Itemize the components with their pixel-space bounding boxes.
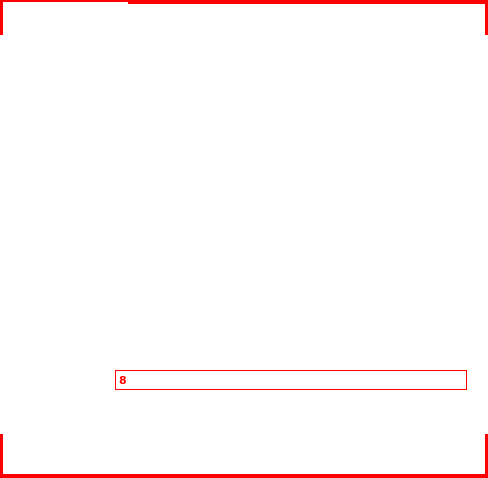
text-input-field[interactable]: 8 (115, 370, 467, 390)
frame-top-left-segment (0, 0, 128, 2)
frame-left-top-edge (0, 0, 3, 35)
frame-top-right-segment (128, 0, 488, 4)
input-value: 8 (119, 373, 127, 387)
frame-left-bottom-edge (0, 434, 3, 478)
frame-bottom-edge (0, 474, 488, 478)
